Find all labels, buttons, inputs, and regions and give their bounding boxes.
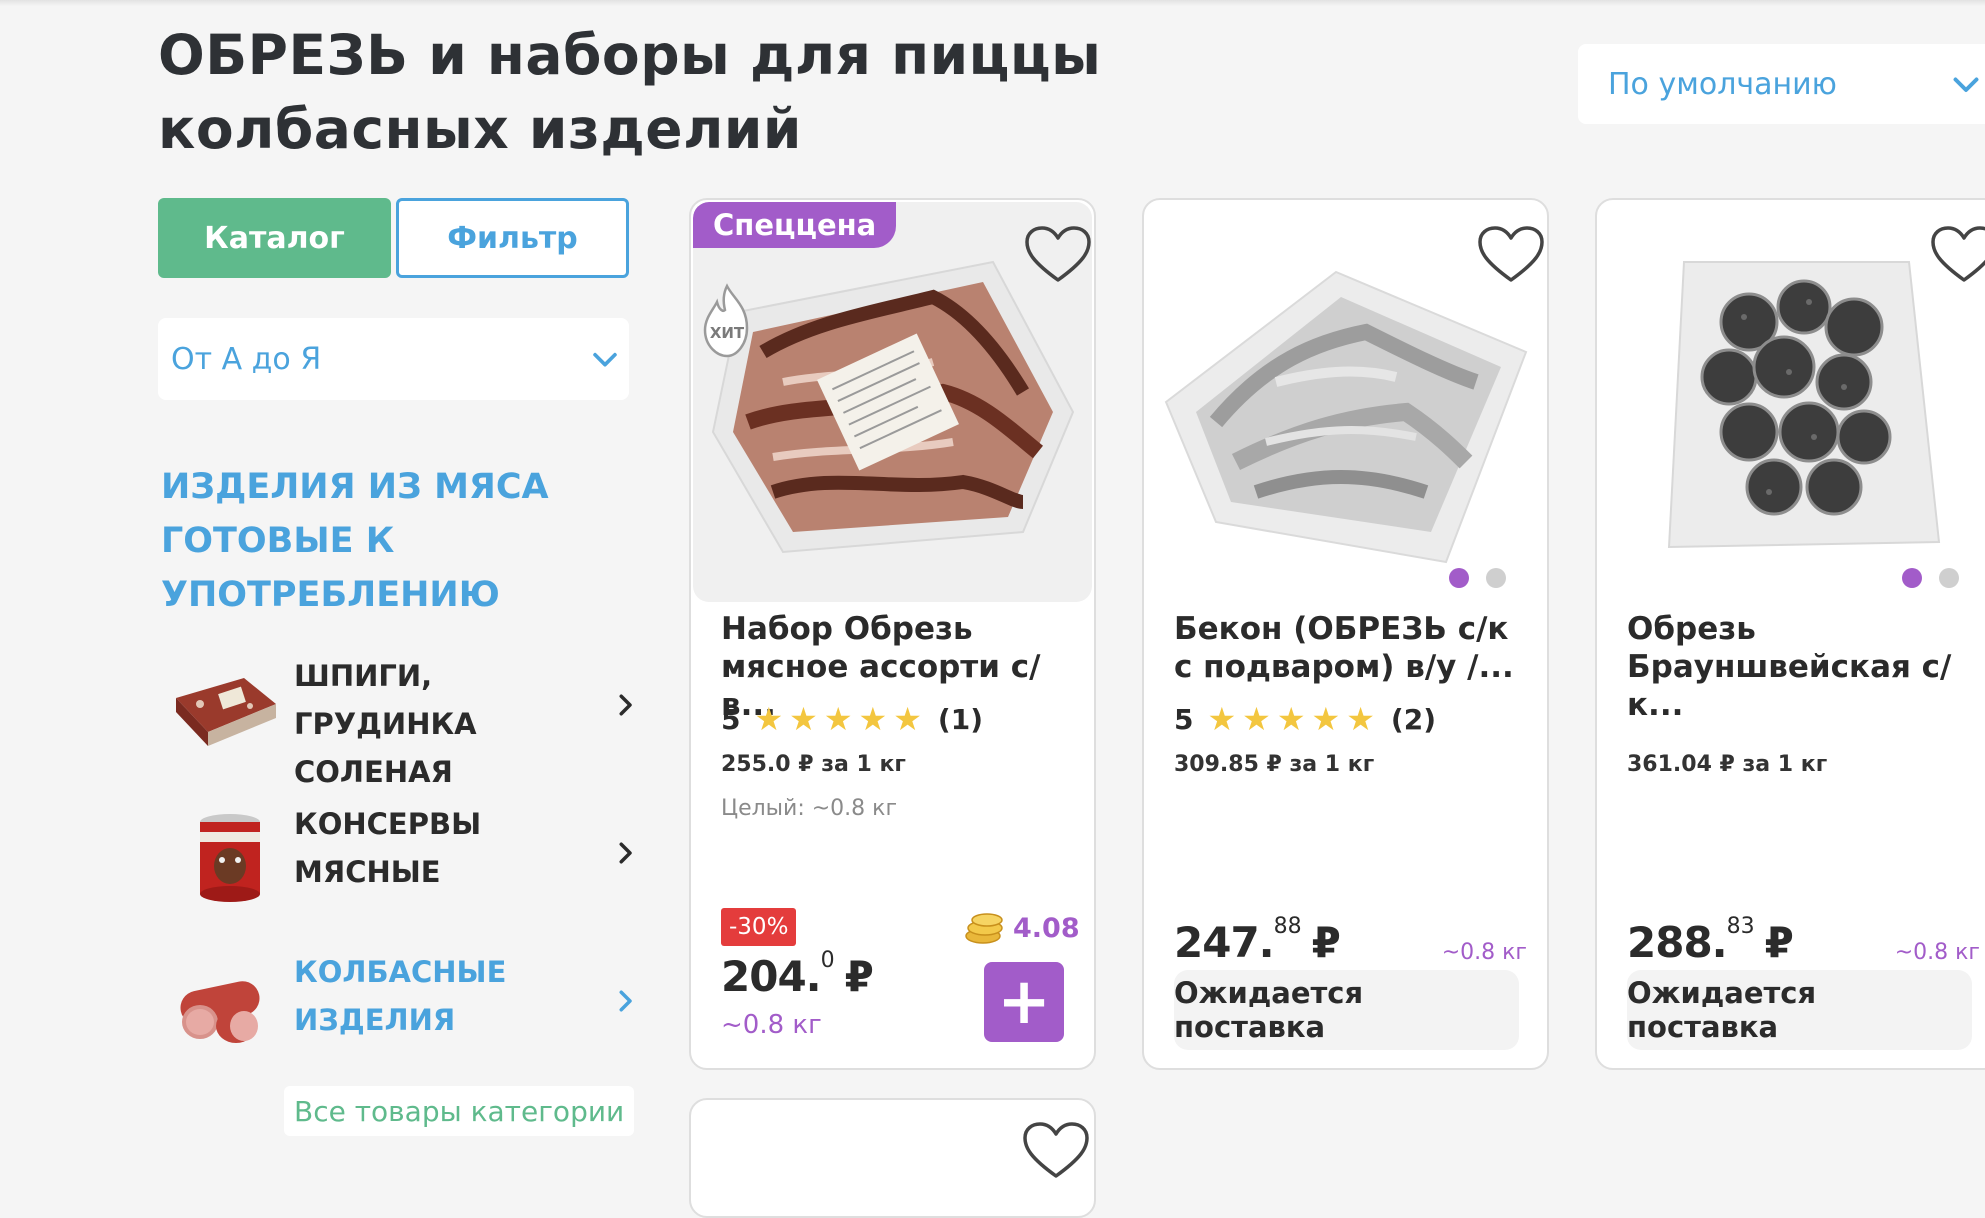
chevron-down-icon (593, 352, 617, 367)
price-main: 288. (1627, 918, 1728, 967)
special-price-badge: Спеццена (693, 202, 897, 248)
subcategory-label: КОНСЕРВЫ МЯСНЫЕ (294, 807, 482, 889)
chevron-right-icon (619, 842, 632, 864)
product-photo[interactable] (1599, 202, 1985, 602)
price-currency: ₽ (1311, 918, 1341, 967)
product-image-braunschweig (1667, 261, 1941, 549)
rating-stars: ★★★★★ (754, 700, 928, 738)
sausage-thumbnail (180, 981, 260, 1043)
price-cents: 83 (1726, 914, 1755, 939)
price-per-kg: 255.0 ₽ за 1 кг (721, 752, 906, 777)
product-card[interactable]: Бекон (ОБРЕЗЬ с/к с подваром) в/у /... 5… (1142, 198, 1549, 1070)
subcategory-item-konservy[interactable]: КОНСЕРВЫ МЯСНЫЕ (170, 800, 640, 920)
price-currency: ₽ (1764, 918, 1794, 967)
catalog-button[interactable]: Каталог (158, 198, 391, 278)
awaiting-delivery-status: Ожидается поставка (1627, 970, 1972, 1050)
chevron-down-icon (1953, 77, 1979, 92)
subcategory-label: ШПИГИ, ГРУДИНКА СОЛЕНАЯ (294, 659, 477, 789)
chevron-right-icon (619, 694, 632, 716)
chevron-right-icon (619, 990, 632, 1012)
sort-select[interactable]: По умолчанию (1578, 44, 1985, 124)
product-price: 204.0 ₽ (721, 948, 874, 1001)
subcategory-item-kolbasnye[interactable]: КОЛБАСНЫЕ ИЗДЕЛИЯ (170, 948, 640, 1068)
all-category-products-link[interactable]: Все товары категории (284, 1086, 635, 1136)
page-title: ОБРЕЗЬ и наборы для пиццы колбасных изде… (158, 23, 1102, 161)
product-photo[interactable]: Спеццена ХИТ (693, 202, 1092, 602)
bonus-points: 4.08 (963, 910, 1080, 946)
image-pagination[interactable] (1449, 568, 1506, 588)
price-per-kg: 309.85 ₽ за 1 кг (1174, 752, 1375, 777)
bonus-coins-icon (965, 913, 1003, 944)
product-rating: 5 ★★★★★ (2) (1174, 700, 1436, 738)
price-per-kg: 361.04 ₽ за 1 кг (1627, 752, 1828, 777)
subcategory-item-shpigi[interactable]: ШПИГИ, ГРУДИНКА СОЛЕНАЯ (170, 652, 640, 789)
add-to-cart-button[interactable]: + (984, 962, 1064, 1042)
pagination-dot[interactable] (1486, 568, 1506, 588)
price-main: 247. (1174, 918, 1275, 967)
product-photo[interactable] (1146, 202, 1545, 602)
pagination-dot-active[interactable] (1902, 568, 1922, 588)
shpig-thumbnail (176, 678, 276, 746)
heart-icon[interactable] (1929, 224, 1985, 286)
product-name[interactable]: Обрезь Брауншвейская с/к... (1627, 610, 1977, 724)
alpha-sort-value: От А до Я (171, 341, 322, 377)
filter-button[interactable]: Фильтр (396, 198, 629, 278)
hit-flame-icon: ХИТ (703, 283, 749, 358)
price-currency: ₽ (844, 952, 874, 1001)
pagination-dot[interactable] (1939, 568, 1959, 588)
hit-label: ХИТ (710, 324, 745, 342)
subcategory-label: КОЛБАСНЫЕ ИЗДЕЛИЯ (294, 955, 507, 1037)
heart-icon[interactable] (1023, 224, 1092, 286)
product-card[interactable]: Обрезь Брауншвейская с/к... 361.04 ₽ за … (1595, 198, 1985, 1070)
product-price: 247.88 ₽ (1174, 914, 1341, 967)
bonus-value: 4.08 (1013, 912, 1080, 944)
top-shadow (0, 0, 1985, 6)
product-weight: ~0.8 кг (1441, 940, 1527, 965)
review-count: (1) (937, 702, 983, 736)
product-card[interactable]: Спеццена ХИТ Набор Обрезь мясное ассорти… (689, 198, 1096, 1070)
heart-icon[interactable] (1021, 1120, 1091, 1182)
heart-icon[interactable] (1476, 224, 1545, 286)
price-cents: 0 (820, 948, 835, 973)
whole-weight: Целый: ~0.8 кг (721, 796, 898, 821)
product-card[interactable] (689, 1098, 1096, 1218)
alpha-sort-select[interactable]: От А до Я (158, 318, 629, 400)
rating-value: 5 (1174, 702, 1194, 736)
discount-badge: -30% (721, 908, 797, 946)
sort-select-value: По умолчанию (1608, 66, 1837, 102)
canned-meat-thumbnail (200, 814, 260, 902)
product-weight: ~0.8 кг (1894, 940, 1980, 965)
awaiting-delivery-status: Ожидается поставка (1174, 970, 1519, 1050)
rating-stars: ★★★★★ (1207, 700, 1381, 738)
rating-value: 5 (721, 702, 741, 736)
product-price: 288.83 ₽ (1627, 914, 1794, 967)
image-pagination[interactable] (1902, 568, 1959, 588)
pagination-dot-active[interactable] (1449, 568, 1469, 588)
category-title[interactable]: ИЗДЕЛИЯ ИЗ МЯСА ГОТОВЫЕ К УПОТРЕБЛЕНИЮ (161, 460, 581, 622)
product-name[interactable]: Бекон (ОБРЕЗЬ с/к с подваром) в/у /... (1174, 610, 1524, 686)
product-rating: 5 ★★★★★ (1) (721, 700, 983, 738)
price-main: 204. (721, 952, 822, 1001)
review-count: (2) (1390, 702, 1436, 736)
product-weight: ~0.8 кг (721, 1010, 822, 1040)
price-cents: 88 (1273, 914, 1302, 939)
